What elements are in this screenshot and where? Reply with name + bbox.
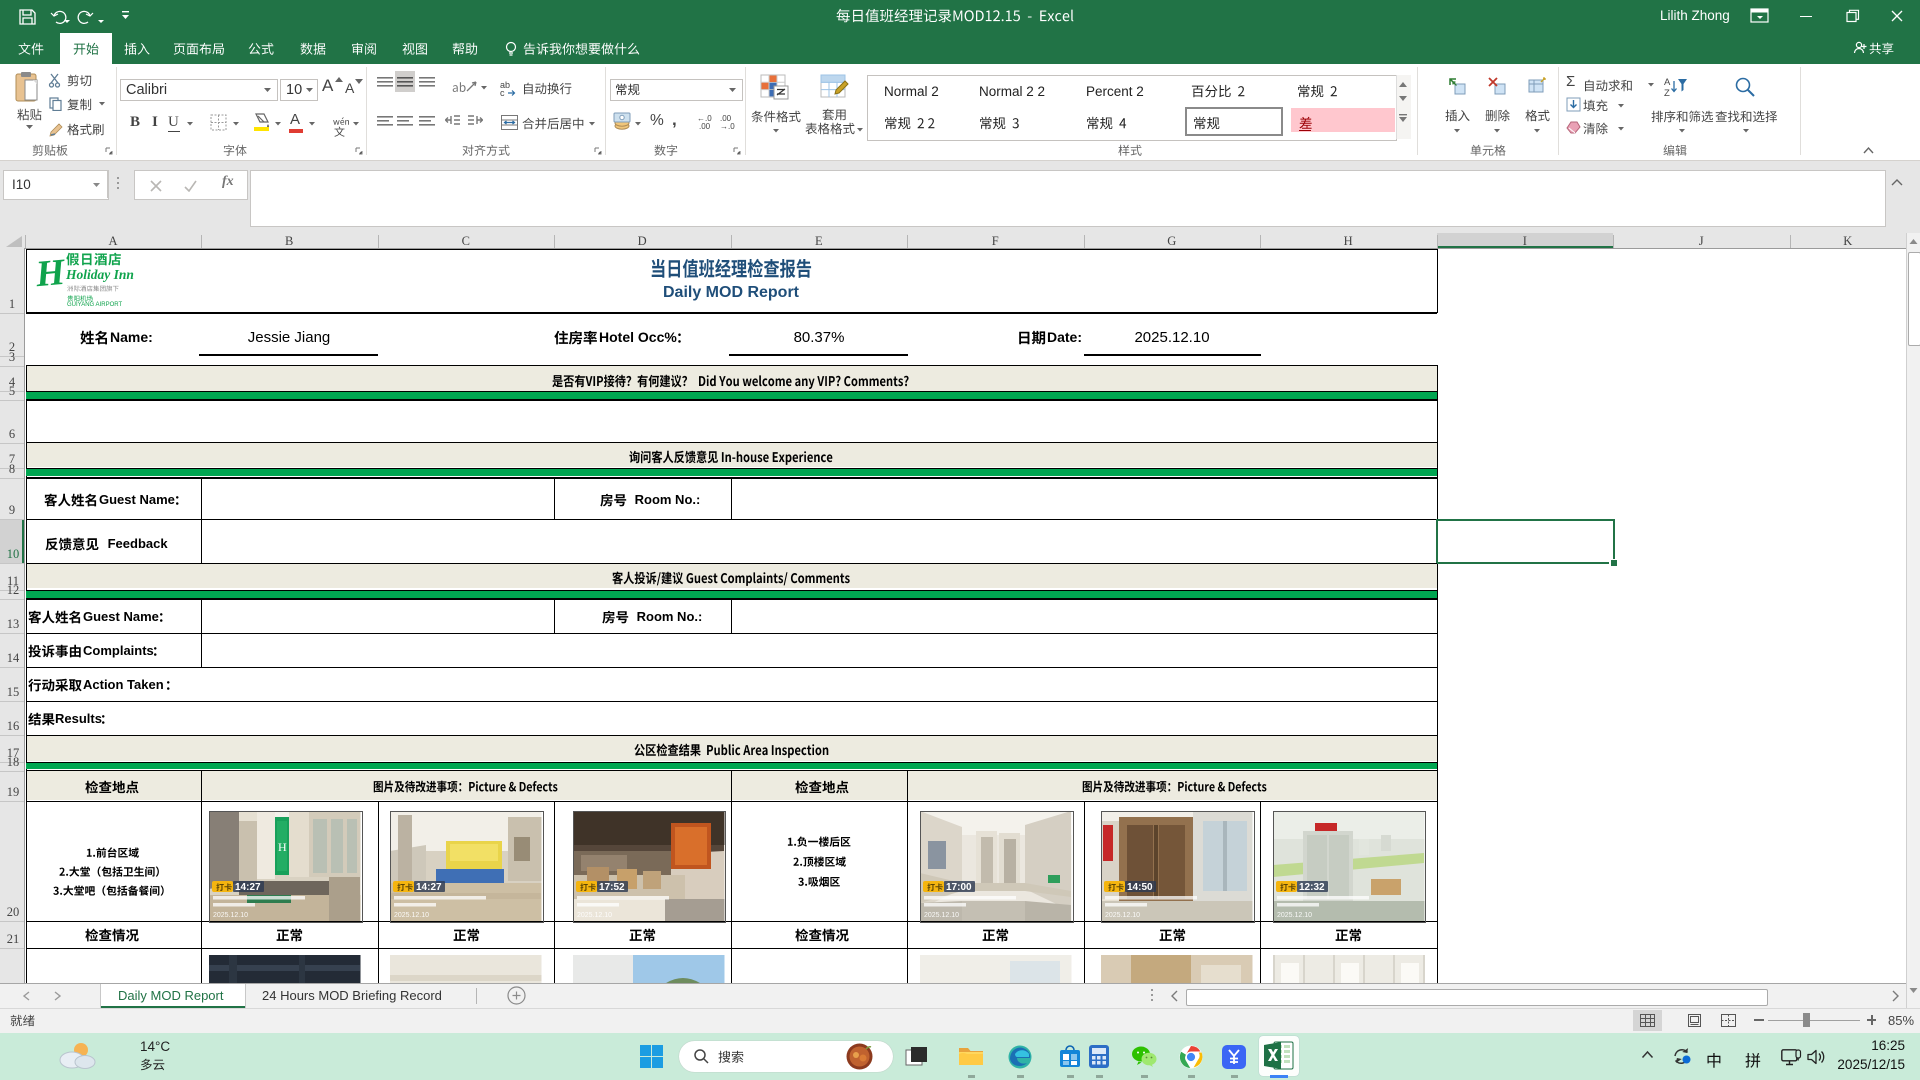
svg-text:Z: Z [1664,88,1670,99]
svg-text:A: A [1664,77,1671,88]
svg-text:c: c [500,88,505,97]
svg-text:→.0: →.0 [720,122,735,130]
svg-text:.00: .00 [699,122,711,130]
